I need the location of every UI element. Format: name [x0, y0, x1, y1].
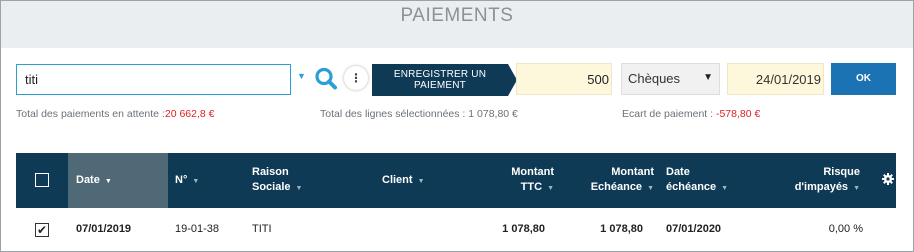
payment-method-select[interactable]: Chèques ▼ [621, 63, 720, 95]
column-ech-label-2: Echéance [590, 181, 643, 193]
column-risque[interactable]: Risque d'impayés ▼ [788, 165, 860, 196]
search-icon[interactable] [313, 66, 339, 92]
chevron-down-icon: ▼ [703, 72, 713, 83]
sort-icon: ▼ [547, 185, 554, 192]
column-date-label: Date [76, 174, 100, 186]
page-title: PAIEMENTS [400, 5, 514, 26]
pending-total-label: Total des paiements en attente : [16, 108, 165, 120]
sort-icon: ▼ [417, 178, 425, 185]
pending-total-value: 20 662,8 € [164, 108, 215, 120]
amount-input[interactable] [517, 64, 611, 94]
column-date-echeance[interactable]: Date échéance ▼ [666, 165, 728, 196]
sort-icon: ▼ [104, 178, 112, 185]
row-checkbox[interactable]: ✔ [35, 223, 49, 237]
column-due-label-2: échéance [666, 181, 717, 193]
sort-icon: ▼ [853, 185, 860, 192]
column-ttc-label-2: TTC [520, 181, 543, 193]
sort-icon: ▼ [192, 178, 200, 185]
column-number[interactable]: N° ▼ [175, 173, 199, 189]
sort-icon: ▼ [647, 185, 654, 192]
cell-raison-sociale: TITI [252, 223, 272, 235]
search-input[interactable] [17, 65, 290, 94]
chevron-down-icon[interactable]: ▼ [297, 71, 306, 81]
column-number-label: N° [175, 174, 188, 186]
table-row[interactable]: ✔ 07/01/2019 19-01-38 TITI 1 078,80 1 07… [16, 210, 896, 250]
gear-icon[interactable] [882, 173, 894, 185]
payment-method-value: Chèques [628, 71, 681, 86]
amount-field[interactable] [516, 63, 612, 95]
column-montant-ttc[interactable]: Montant TTC ▼ [484, 165, 554, 196]
cell-risque: 0,00 % [828, 223, 863, 235]
column-date[interactable]: Date ▼ [68, 153, 168, 208]
column-risk-label-2: d'impayés [794, 181, 849, 193]
cell-montant-echeance: 1 078,80 [600, 223, 643, 235]
payment-gap-label: Ecart de paiement : [622, 108, 716, 120]
more-options-button[interactable]: ⋮ [344, 66, 368, 90]
payment-gap: Ecart de paiement : -578,80 € [622, 108, 760, 120]
column-client-label: Client [382, 174, 413, 186]
select-all-checkbox[interactable] [35, 173, 49, 187]
register-payment-button[interactable]: ENREGISTRER UN PAIEMENT [372, 64, 517, 96]
column-raison-label-2: Sociale [252, 181, 291, 193]
column-raison-label-1: Raison [252, 166, 289, 178]
column-due-label-1: Date [666, 166, 690, 178]
sort-icon: ▼ [295, 185, 303, 192]
cell-date: 07/01/2019 [76, 223, 132, 235]
cell-montant-ttc: 1 078,80 [502, 223, 545, 235]
column-risk-label-1: Risque [823, 166, 860, 178]
ok-button[interactable]: OK [831, 63, 896, 95]
sort-icon: ▼ [721, 185, 729, 192]
table-header: Date ▼ N° ▼ Raison Sociale ▼ Client ▼ Montan… [16, 153, 896, 208]
payment-gap-value: -578,80 € [715, 108, 761, 120]
selected-total: Total des lignes sélectionnées : 1 078,8… [320, 108, 518, 120]
payment-date-field[interactable]: 24/01/2019 [727, 63, 824, 95]
pending-total: Total des paiements en attente :20 662,8… [16, 108, 215, 120]
column-montant-echeance[interactable]: Montant Echéance ▼ [576, 165, 654, 196]
column-ttc-label-1: Montant [511, 166, 554, 178]
cell-date-echeance: 07/01/2020 [666, 223, 722, 235]
title-bar: PAIEMENTS [1, 1, 913, 48]
cell-number: 19-01-38 [175, 223, 220, 235]
search-box[interactable] [16, 64, 291, 95]
column-ech-label-1: Montant [611, 166, 654, 178]
column-raison-sociale[interactable]: Raison Sociale ▼ [252, 165, 302, 196]
column-client[interactable]: Client ▼ [382, 173, 425, 189]
